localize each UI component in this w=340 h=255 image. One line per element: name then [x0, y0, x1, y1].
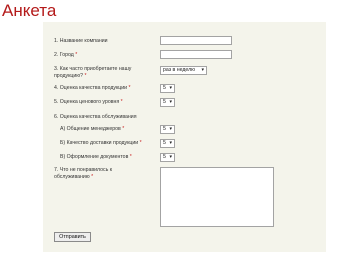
- frequency-select[interactable]: раз в неделю ▾: [160, 66, 207, 75]
- delivery-select-value: 5: [163, 140, 166, 146]
- chevron-down-icon: ▾: [169, 99, 172, 105]
- survey-form: 1. Название компании 2. Город * 3. Как ч…: [43, 22, 326, 252]
- service-label: 6. Оценка качества обслуживания: [54, 114, 137, 121]
- docs-label-text: В) Оформление документов: [60, 154, 129, 160]
- delivery-label-text: Б) Качество доставки продукции: [60, 140, 139, 146]
- submit-button[interactable]: Отправить: [54, 232, 91, 242]
- docs-select[interactable]: 5 ▾: [160, 153, 175, 162]
- required-mark: *: [84, 72, 87, 79]
- required-mark: *: [122, 126, 125, 132]
- company-input[interactable]: [160, 36, 232, 45]
- required-mark: *: [139, 140, 142, 146]
- complaints-label: 7. Что не понравилось к обслуживанию *: [54, 167, 112, 180]
- managers-label-text: А) Общение менеджеров: [60, 126, 121, 132]
- company-label-text: 1. Название компании: [54, 38, 108, 44]
- delivery-label: Б) Качество доставки продукции *: [60, 140, 142, 147]
- price-label-text: 5. Оценка ценового уровня: [54, 99, 120, 105]
- chevron-down-icon: ▾: [169, 154, 172, 160]
- required-mark: *: [128, 85, 131, 91]
- required-mark: *: [129, 154, 132, 160]
- chevron-down-icon: ▾: [169, 126, 172, 132]
- chevron-down-icon: ▾: [201, 67, 204, 73]
- docs-select-value: 5: [163, 154, 166, 160]
- frequency-label: 3. Как часто приобретаете нашу продукцию…: [54, 66, 131, 79]
- required-mark: *: [75, 52, 78, 58]
- frequency-label-line2: продукцию?: [54, 72, 83, 79]
- delivery-select[interactable]: 5 ▾: [160, 139, 175, 148]
- price-select-value: 5: [163, 99, 166, 105]
- docs-label: В) Оформление документов *: [60, 154, 132, 161]
- quality-label: 4. Оценка качества продукции *: [54, 85, 131, 92]
- quality-label-text: 4. Оценка качества продукции: [54, 85, 128, 91]
- managers-label: А) Общение менеджеров *: [60, 126, 124, 133]
- price-select[interactable]: 5 ▾: [160, 98, 175, 107]
- complaints-textarea[interactable]: [160, 167, 274, 227]
- city-label-text: 2. Город: [54, 52, 74, 58]
- managers-select[interactable]: 5 ▾: [160, 125, 175, 134]
- required-mark: *: [91, 173, 94, 180]
- frequency-select-value: раз в неделю: [163, 67, 196, 73]
- managers-select-value: 5: [163, 126, 166, 132]
- quality-select-value: 5: [163, 85, 166, 91]
- chevron-down-icon: ▾: [169, 85, 172, 91]
- complaints-label-line2: обслуживанию: [54, 173, 90, 180]
- city-input[interactable]: [160, 50, 232, 59]
- city-label: 2. Город *: [54, 52, 77, 59]
- required-mark: *: [120, 99, 123, 105]
- company-label: 1. Название компании: [54, 38, 108, 45]
- chevron-down-icon: ▾: [169, 140, 172, 146]
- price-label: 5. Оценка ценового уровня *: [54, 99, 123, 106]
- page-title: Анкета: [2, 1, 57, 20]
- service-label-text: 6. Оценка качества обслуживания: [54, 114, 137, 120]
- quality-select[interactable]: 5 ▾: [160, 84, 175, 93]
